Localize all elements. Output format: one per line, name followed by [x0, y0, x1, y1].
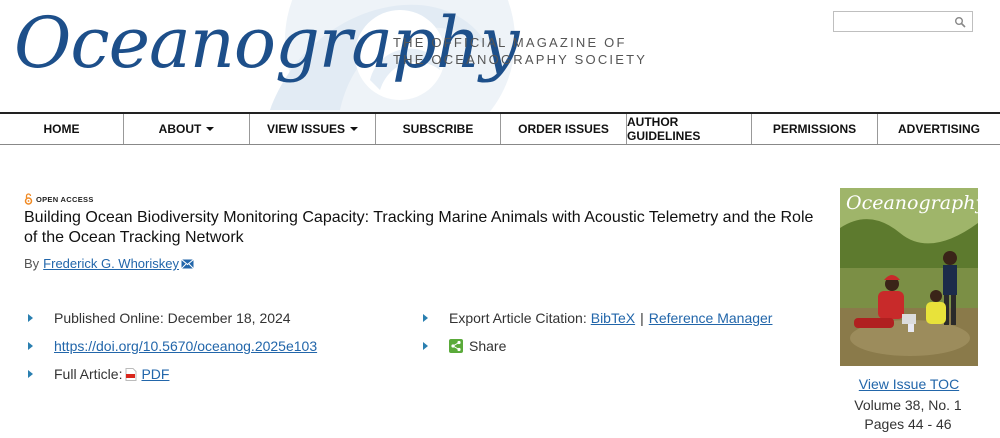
doi-link[interactable]: https://doi.org/10.5670/oceanog.2025e103 — [54, 338, 317, 354]
full-article-label: Full Article: — [54, 366, 123, 382]
nav-permissions-label: PERMISSIONS — [772, 122, 857, 136]
export-label: Export Article Citation: — [449, 310, 587, 326]
arrow-right-icon — [423, 342, 428, 350]
export-citation-row: Export Article Citation: BibTeX | Refere… — [423, 310, 772, 326]
nav-advertising[interactable]: ADVERTISING — [878, 114, 1000, 144]
nav-author-guidelines[interactable]: AUTHOR GUIDELINES — [627, 114, 752, 144]
pages-label: Pages 44 - 46 — [864, 416, 952, 432]
open-access-label: OPEN ACCESS — [36, 194, 94, 204]
byline: By Frederick G. Whoriskey — [24, 256, 194, 271]
nav-home-label: HOME — [43, 122, 80, 136]
article-title: Building Ocean Biodiversity Monitoring C… — [24, 209, 814, 246]
by-label: By — [24, 256, 40, 271]
site-tagline: THE OFFICIAL MAGAZINE OF THE OCEANOGRAPH… — [393, 34, 647, 68]
cover-title: Oceanography — [846, 192, 978, 214]
search-icon[interactable] — [954, 16, 966, 28]
nav-about[interactable]: ABOUT — [124, 114, 250, 144]
open-access-lock-icon — [24, 193, 33, 205]
volume-label: Volume 38, No. 1 — [854, 397, 962, 413]
nav-subscribe[interactable]: SUBSCRIBE — [376, 114, 501, 144]
reference-manager-link[interactable]: Reference Manager — [649, 310, 773, 326]
bibtex-link[interactable]: BibTeX — [591, 310, 635, 326]
mail-icon[interactable] — [181, 258, 194, 269]
site-header: Oceanography THE OFFICIAL MAGAZINE OF TH… — [0, 0, 1000, 112]
share-row: Share — [423, 338, 506, 354]
published-row: Published Online: December 18, 2024 — [28, 310, 291, 326]
search-box — [833, 11, 973, 32]
doi-row: https://doi.org/10.5670/oceanog.2025e103 — [28, 338, 317, 354]
tagline-line-1: THE OFFICIAL MAGAZINE OF — [393, 35, 627, 50]
nav-about-label: ABOUT — [158, 122, 202, 136]
published-date: Published Online: December 18, 2024 — [54, 310, 291, 326]
nav-order-issues[interactable]: ORDER ISSUES — [501, 114, 627, 144]
nav-view-issues-label: VIEW ISSUES — [266, 122, 346, 136]
nav-order-issues-label: ORDER ISSUES — [518, 122, 609, 136]
arrow-right-icon — [28, 342, 33, 350]
open-access-badge: OPEN ACCESS — [24, 193, 94, 205]
nav-subscribe-label: SUBSCRIBE — [402, 122, 474, 136]
caret-down-icon — [206, 127, 215, 131]
full-article-row: Full Article: PDF — [28, 366, 169, 382]
nav-advertising-label: ADVERTISING — [897, 122, 980, 136]
issue-cover-image[interactable]: Oceanography — [840, 188, 978, 366]
main-nav: HOME ABOUT VIEW ISSUES SUBSCRIBE ORDER I… — [0, 112, 1000, 145]
tagline-line-2: THE OCEANOGRAPHY SOCIETY — [393, 52, 648, 67]
pdf-icon[interactable] — [125, 367, 137, 381]
caret-down-icon — [350, 127, 359, 131]
arrow-right-icon — [28, 314, 33, 322]
author-link[interactable]: Frederick G. Whoriskey — [43, 256, 179, 271]
arrow-right-icon — [423, 314, 428, 322]
pdf-link[interactable]: PDF — [141, 366, 169, 382]
arrow-right-icon — [28, 370, 33, 378]
cover-photo — [840, 188, 978, 366]
nav-view-issues[interactable]: VIEW ISSUES — [250, 114, 376, 144]
nav-permissions[interactable]: PERMISSIONS — [752, 114, 878, 144]
search-input[interactable] — [834, 12, 952, 32]
share-icon[interactable] — [449, 339, 463, 353]
separator: | — [640, 310, 644, 326]
nav-home[interactable]: HOME — [0, 114, 124, 144]
view-issue-toc-link[interactable]: View Issue TOC — [840, 376, 978, 392]
nav-author-guidelines-label: AUTHOR GUIDELINES — [627, 115, 701, 143]
share-label[interactable]: Share — [469, 338, 506, 354]
